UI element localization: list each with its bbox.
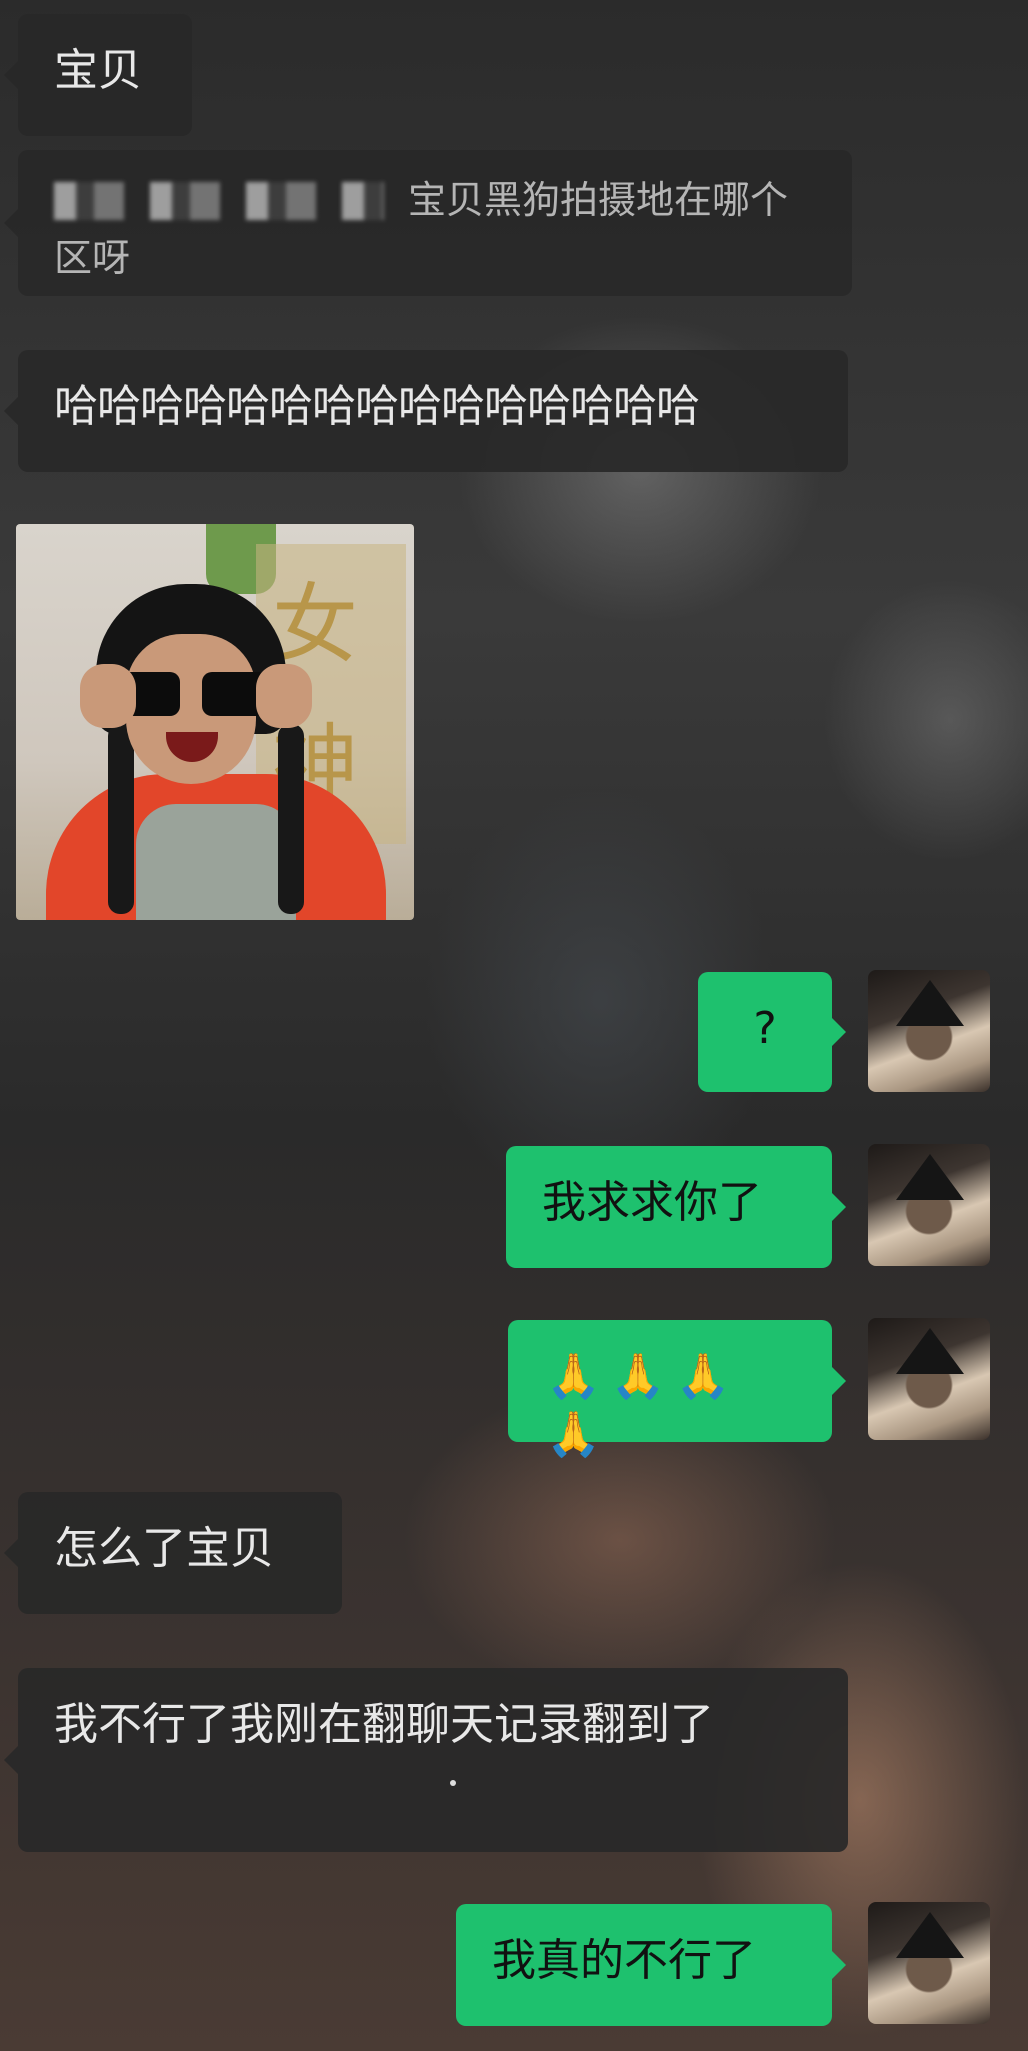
avatar[interactable] — [868, 1902, 990, 2024]
message-text: 我不行了我刚在翻聊天记录翻到了 — [54, 1699, 714, 1750]
message-text: 我真的不行了 — [492, 1935, 756, 1986]
message-text: 我求求你了 — [542, 1177, 762, 1228]
shirt-shape — [136, 804, 296, 920]
outgoing-message[interactable]: ? — [698, 972, 846, 1092]
redacted-name — [54, 182, 384, 220]
incoming-message[interactable]: 宝贝黑狗拍摄地在哪个区呀 — [4, 150, 852, 296]
decoration-dot — [450, 1780, 456, 1786]
message-text: ? — [753, 1003, 777, 1054]
incoming-message[interactable]: 宝贝 — [4, 14, 192, 136]
incoming-message[interactable]: 怎么了宝贝 — [4, 1492, 342, 1614]
sunglasses-icon — [114, 672, 268, 716]
message-text: 哈哈哈哈哈哈哈哈哈哈哈哈哈哈哈 — [54, 381, 700, 432]
hand-shape — [80, 664, 136, 728]
braid-shape — [108, 724, 134, 914]
avatar[interactable] — [868, 970, 990, 1092]
outgoing-message[interactable]: 我真的不行了 — [456, 1904, 846, 2026]
message-text: 怎么了宝贝 — [54, 1523, 274, 1574]
incoming-message[interactable]: 哈哈哈哈哈哈哈哈哈哈哈哈哈哈哈 — [4, 350, 848, 472]
braid-shape — [278, 724, 304, 914]
sunglasses-girl-sticker[interactable]: 女 神 — [16, 524, 414, 920]
hand-shape — [256, 664, 312, 728]
avatar[interactable] — [868, 1318, 990, 1440]
message-text: 宝贝 — [54, 45, 142, 96]
avatar[interactable] — [868, 1144, 990, 1266]
outgoing-message[interactable]: 我求求你了 — [506, 1146, 846, 1268]
incoming-message[interactable]: 我不行了我刚在翻聊天记录翻到了 — [4, 1668, 848, 1852]
outgoing-message[interactable]: 🙏🙏🙏🙏 — [508, 1320, 846, 1460]
